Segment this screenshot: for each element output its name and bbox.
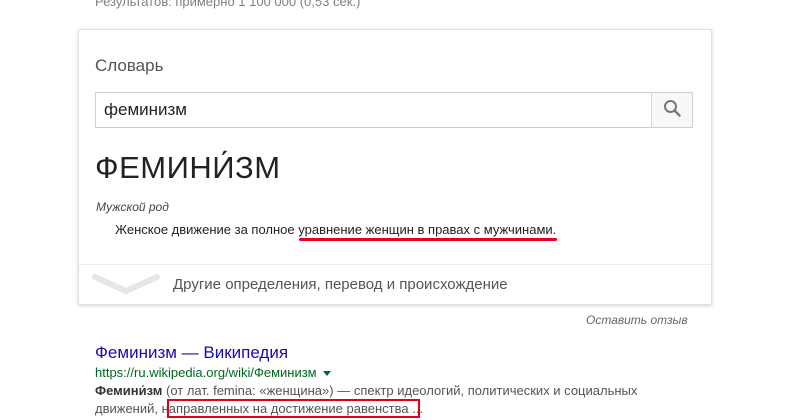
grammatical-gender: Мужской род (96, 200, 169, 214)
result-title-link[interactable]: Феминизм — Википедия (95, 343, 288, 363)
result-url-text: https://ru.wikipedia.org/wiki/Феминизм (95, 365, 317, 380)
dictionary-card: Словарь ФЕМИНИ́ЗМ Мужской род Женское дв… (78, 29, 712, 305)
magnifier-icon (663, 99, 681, 122)
definition-end: . (552, 222, 557, 237)
dropdown-arrow-icon[interactable] (322, 371, 331, 377)
chevron-down-icon (91, 273, 161, 295)
results-stats: Результатов: примерно 1 100 000 (0,53 се… (95, 0, 361, 9)
snippet-line-1: (от лат. femina: «женщина») — спектр иде… (162, 383, 638, 398)
red-underline-annotation (299, 238, 557, 241)
result-url[interactable]: https://ru.wikipedia.org/wiki/Феминизм (95, 365, 331, 380)
red-box-annotation (167, 399, 420, 418)
snippet-line-2-start: движений, н (95, 401, 169, 416)
definition: Женское движение за полное уравнение жен… (115, 222, 556, 237)
snippet-term: Фемини́зм (95, 383, 163, 398)
headword: ФЕМИНИ́ЗМ (95, 150, 281, 185)
dictionary-search-input[interactable] (96, 93, 654, 127)
feedback-link[interactable]: Оставить отзыв (586, 313, 688, 327)
more-definitions-label: Другие определения, перевод и происхожде… (173, 276, 508, 293)
dictionary-search-box (95, 92, 693, 128)
search-button[interactable] (651, 93, 692, 127)
definition-start: Женское движение за полное (115, 222, 299, 237)
definition-highlight: уравнение женщин в правах с мужчинами (298, 222, 553, 237)
dictionary-title: Словарь (95, 56, 164, 75)
more-definitions-toggle[interactable]: Другие определения, перевод и происхожде… (79, 265, 711, 304)
